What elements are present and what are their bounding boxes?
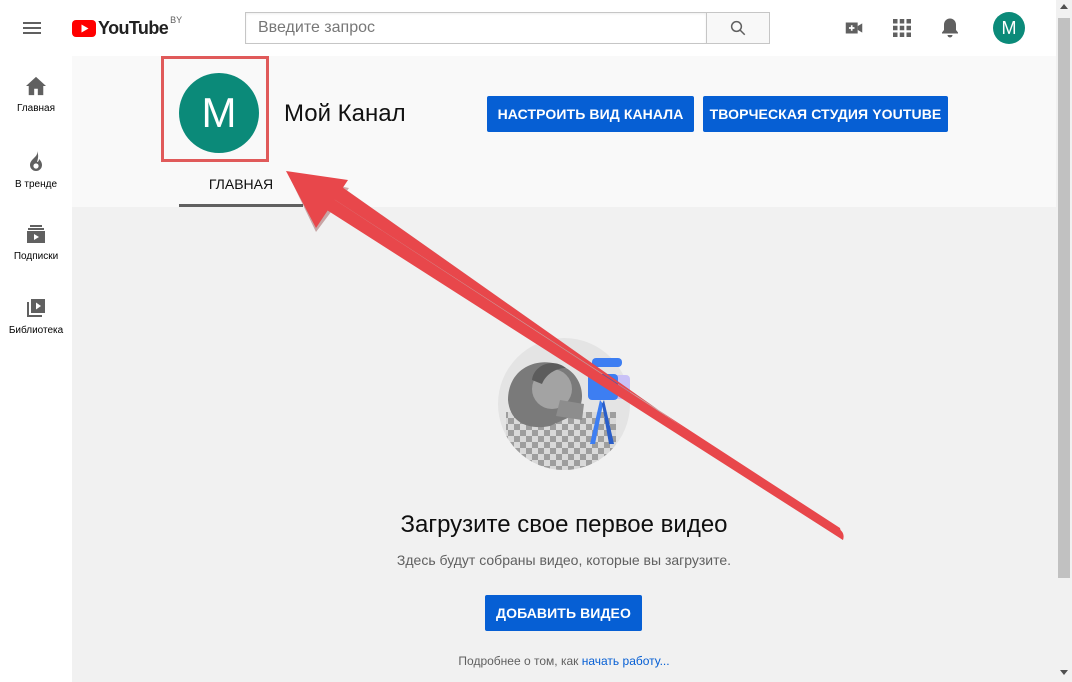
apps-icon[interactable] bbox=[886, 12, 918, 44]
studio-button[interactable]: ТВОРЧЕСКАЯ СТУДИЯ YOUTUBE bbox=[703, 96, 948, 132]
library-icon bbox=[27, 299, 45, 317]
learn-more-link[interactable]: начать работу... bbox=[582, 654, 670, 668]
customize-channel-button[interactable]: НАСТРОИТЬ ВИД КАНАЛА bbox=[487, 96, 694, 132]
notifications-icon[interactable] bbox=[934, 12, 966, 44]
avatar-highlight-box bbox=[161, 56, 269, 162]
sidebar-item-label: Подписки bbox=[13, 251, 59, 262]
subscriptions-icon bbox=[27, 225, 45, 243]
scrollbar-thumb[interactable] bbox=[1058, 18, 1070, 578]
top-bar: YouTube BY M bbox=[0, 0, 1056, 56]
account-avatar[interactable]: M bbox=[993, 12, 1025, 44]
sidebar: Главная В тренде Подписки Библиотека bbox=[0, 56, 72, 682]
channel-title: Мой Канал bbox=[284, 100, 406, 127]
sidebar-item-label: Главная bbox=[16, 103, 56, 114]
empty-state-title: Загрузите свое первое видео bbox=[400, 511, 728, 538]
logo-text: YouTube bbox=[98, 17, 169, 38]
page-scrollbar[interactable] bbox=[1056, 0, 1072, 682]
sidebar-item-label: В тренде bbox=[14, 179, 58, 190]
search-input[interactable] bbox=[245, 12, 706, 44]
sidebar-item-library[interactable]: Библиотека bbox=[0, 278, 72, 352]
channel-header: M Мой Канал НАСТРОИТЬ ВИД КАНАЛА ТВОРЧЕС… bbox=[72, 56, 1056, 207]
channel-content: Загрузите свое первое видео Здесь будут … bbox=[72, 207, 1056, 682]
tab-home[interactable]: ГЛАВНАЯ bbox=[179, 164, 303, 207]
trending-icon bbox=[30, 151, 42, 171]
sidebar-item-label: Библиотека bbox=[8, 325, 64, 336]
sidebar-item-subscriptions[interactable]: Подписки bbox=[0, 204, 72, 278]
menu-icon[interactable] bbox=[20, 16, 52, 40]
logo-region: BY bbox=[170, 15, 183, 25]
create-video-icon[interactable] bbox=[838, 12, 870, 44]
upload-illustration bbox=[498, 338, 630, 470]
search-bar bbox=[245, 12, 770, 44]
search-button[interactable] bbox=[706, 12, 770, 44]
sidebar-item-home[interactable]: Главная bbox=[0, 56, 72, 130]
scroll-up-arrow-icon[interactable] bbox=[1060, 4, 1068, 9]
sidebar-item-trending[interactable]: В тренде bbox=[0, 130, 72, 204]
account-avatar-letter: M bbox=[1001, 17, 1017, 38]
youtube-play-icon bbox=[72, 19, 96, 37]
empty-state-subtitle: Здесь будут собраны видео, которые вы за… bbox=[396, 552, 732, 568]
scroll-down-arrow-icon[interactable] bbox=[1060, 670, 1068, 675]
add-video-button[interactable]: ДОБАВИТЬ ВИДЕО bbox=[485, 595, 642, 631]
learn-more-text: Подробнее о том, как bbox=[458, 654, 582, 668]
search-icon bbox=[730, 20, 746, 36]
youtube-logo[interactable]: YouTube BY bbox=[72, 15, 183, 40]
learn-more-line: Подробнее о том, как начать работу... bbox=[72, 654, 1056, 668]
home-icon bbox=[26, 76, 46, 96]
